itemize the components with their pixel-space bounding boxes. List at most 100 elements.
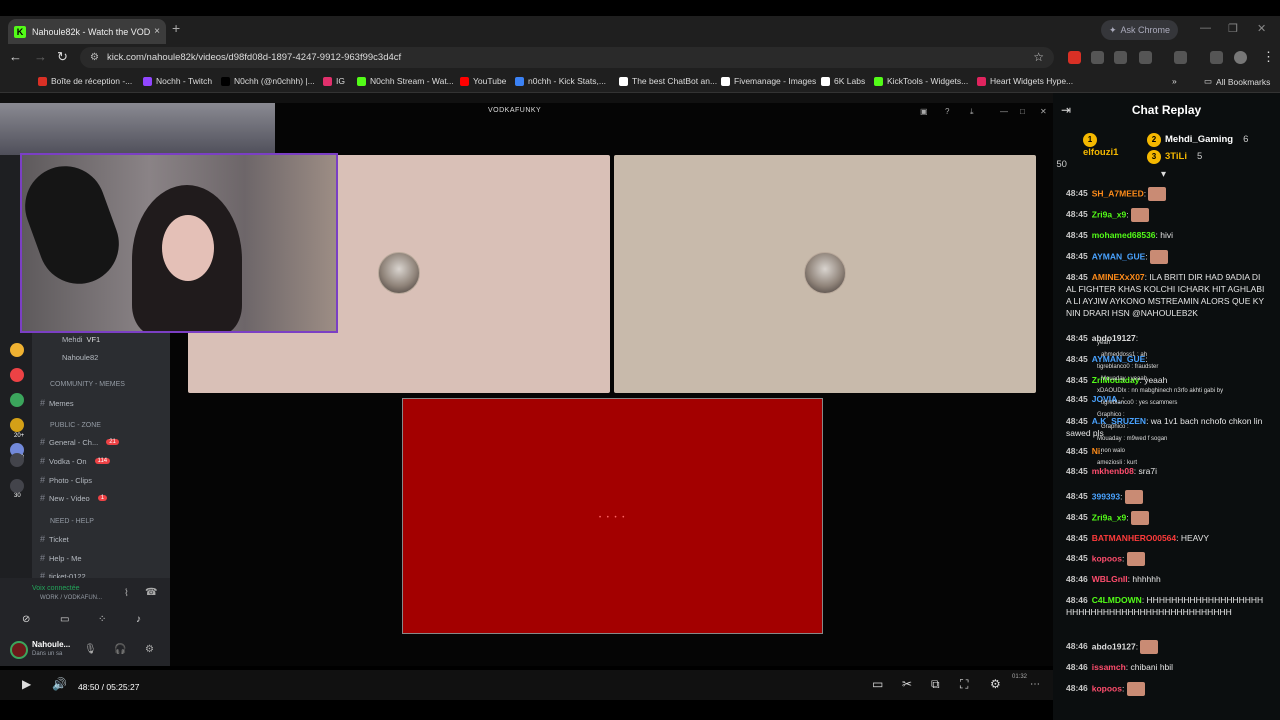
- message-username[interactable]: Ni: [1092, 446, 1101, 456]
- leaderboard-rank-icon: 1: [1083, 133, 1097, 147]
- all-bookmarks-button[interactable]: ▭ All Bookmarks: [1204, 76, 1270, 87]
- overlay-chat-line: Graphico :: [1097, 412, 1125, 418]
- extension-icon-2[interactable]: [1091, 51, 1104, 64]
- bookmark-item[interactable]: Heart Widgets Hype...: [977, 76, 1073, 86]
- bookmark-label: KickTools - Widgets...: [887, 76, 969, 86]
- bookmark-favicon-icon: [357, 76, 366, 86]
- message-text: chibani hbil: [1130, 662, 1174, 672]
- bookmark-item[interactable]: IG: [323, 76, 345, 86]
- bookmark-favicon-icon: [515, 76, 524, 86]
- extension-icon-1[interactable]: [1068, 51, 1081, 64]
- address-bar[interactable]: ⚙ kick.com/nahoule82k/videos/d98fd08d-18…: [80, 47, 1054, 68]
- message-username[interactable]: mohamed68536: [1092, 230, 1156, 240]
- message-username[interactable]: AYMAN_GUE: [1092, 251, 1146, 261]
- chat-message: 48:45 SH_A7MEED:: [1066, 187, 1266, 201]
- theater-mode-icon[interactable]: ▭: [872, 677, 883, 691]
- bookmarks-overflow-icon[interactable]: »: [1172, 76, 1177, 86]
- more-icon[interactable]: ⋯: [1030, 679, 1040, 690]
- message-username[interactable]: BATMANHERO00564: [1092, 533, 1176, 543]
- message-username[interactable]: kopoos: [1092, 683, 1122, 693]
- server-icon-4: [10, 418, 24, 432]
- cast-icon[interactable]: [1174, 51, 1187, 64]
- media-icon[interactable]: [1210, 51, 1223, 64]
- bookmark-item[interactable]: N0chh (@n0chhh) |...: [221, 76, 315, 86]
- new-tab-button[interactable]: +: [172, 20, 180, 36]
- unread-badge: 114: [94, 458, 111, 464]
- back-icon[interactable]: ←: [9, 49, 22, 64]
- top-edge: [0, 0, 1280, 16]
- play-icon[interactable]: ▶: [22, 677, 31, 691]
- bookmark-item[interactable]: N0chh Stream - Wat...: [357, 76, 454, 86]
- call-tile-2: [614, 155, 1036, 393]
- bookmark-favicon-icon: [619, 76, 628, 86]
- message-username[interactable]: issamch: [1092, 662, 1126, 672]
- reload-icon[interactable]: ↻: [57, 49, 68, 65]
- message-username[interactable]: WBLGnII: [1092, 574, 1128, 584]
- bookmark-label: Boîte de réception -...: [51, 76, 133, 86]
- bookmark-item[interactable]: YouTube: [460, 76, 506, 86]
- message-username[interactable]: Zri9a_x9: [1092, 209, 1127, 219]
- leaderboard-entry[interactable]: 2 Mehdi_Gaming 6: [1147, 133, 1248, 147]
- overlay-chat-line: tigreblanco0 : fraudster: [1097, 364, 1159, 370]
- ask-chrome-button[interactable]: ✦ Ask Chrome: [1101, 20, 1179, 40]
- message-username[interactable]: Zri9a_x9: [1092, 512, 1127, 522]
- bookmark-item[interactable]: The best ChatBot an...: [619, 76, 717, 86]
- channel-label: Help - Me: [49, 553, 82, 563]
- bookmark-star-icon[interactable]: ☆: [1033, 50, 1044, 64]
- minimize-icon[interactable]: —: [1200, 22, 1211, 34]
- message-time: 48:45: [1066, 251, 1088, 262]
- bookmark-item[interactable]: 6K Labs: [821, 76, 865, 86]
- video-player[interactable]: VODKAFUNKY ▣ ? ⤓ — □ ✕ • • • • 388 30 20…: [0, 103, 1053, 666]
- bookmark-item[interactable]: KickTools - Widgets...: [874, 76, 968, 86]
- message-text: hhhhhh: [1132, 574, 1161, 584]
- message-username[interactable]: mkhenb08: [1092, 466, 1134, 476]
- bookmark-label: N0chh (@n0chhh) |...: [234, 76, 315, 86]
- extension-icon-3[interactable]: [1114, 51, 1127, 64]
- message-username[interactable]: SH_A7MEED: [1092, 188, 1144, 198]
- profile-avatar-icon[interactable]: [1234, 51, 1247, 64]
- bookmark-item[interactable]: Nochh - Twitch: [143, 76, 212, 86]
- channel-vodka-on: # Vodka - On 114: [40, 456, 111, 466]
- message-username[interactable]: abdo19127: [1092, 641, 1136, 651]
- message-time: 48:46: [1066, 641, 1088, 652]
- leaderboard-entry[interactable]: 3 3TiLi 5: [1147, 150, 1202, 164]
- voice-channel-label: WORK / VODKAFUN...: [40, 595, 103, 601]
- bookmark-item[interactable]: Boîte de réception -...: [38, 76, 132, 86]
- noise-suppression-icon: ⌇: [124, 588, 129, 599]
- message-time: 48:45: [1066, 466, 1088, 476]
- toolbar: ← → ↻ ⚙ kick.com/nahoule82k/videos/d98fd…: [0, 44, 1280, 71]
- close-window-icon[interactable]: ✕: [1257, 22, 1266, 35]
- pip-icon[interactable]: ⧉: [931, 677, 940, 692]
- site-info-icon[interactable]: ⚙: [90, 52, 99, 63]
- chat-message: 48:46 C4LMDOWN: HHHHHHHHHHHHHHHHHHHHHHHHH…: [1066, 594, 1266, 618]
- bookmark-label: Fivemanage - Images: [734, 76, 817, 86]
- message-username[interactable]: C4LMDOWN: [1092, 595, 1142, 605]
- call-tile-loading: • • • •: [402, 398, 823, 634]
- fullscreen-icon[interactable]: ⛶: [960, 677, 968, 692]
- bookmark-item[interactable]: n0chh - Kick Stats,...: [515, 76, 606, 86]
- mic-icon: 🎙: [84, 644, 97, 655]
- volume-icon[interactable]: 🔊: [52, 677, 67, 691]
- tab-close-icon[interactable]: ×: [154, 26, 160, 37]
- message-username[interactable]: AMINEXxX07: [1092, 272, 1145, 282]
- browser-tab-active[interactable]: K Nahoule82k - Watch the VOD o ×: [8, 19, 166, 44]
- message-username[interactable]: 399393: [1092, 491, 1120, 501]
- expand-leaderboard-icon[interactable]: ▾: [1161, 169, 1166, 180]
- menu-kebab-icon[interactable]: ⋮: [1262, 49, 1275, 65]
- camera-off-icon: ⊘: [22, 614, 31, 625]
- popup-pip-icon: ▣: [920, 107, 928, 116]
- clip-icon[interactable]: ✂: [902, 677, 912, 691]
- extensions-puzzle-icon[interactable]: [1139, 51, 1152, 64]
- bookmark-item[interactable]: Fivemanage - Images: [721, 76, 816, 86]
- message-time: 48:45: [1066, 394, 1088, 404]
- bookmark-label: IG: [336, 76, 345, 86]
- leaderboard-entry[interactable]: 1elfouzi1 50: [1056, 133, 1118, 170]
- message-username[interactable]: kopoos: [1092, 553, 1122, 563]
- bookmark-favicon-icon: [38, 76, 47, 86]
- maximize-icon[interactable]: ❐: [1228, 22, 1238, 35]
- forward-icon[interactable]: →: [34, 49, 47, 64]
- settings-icon[interactable]: ⚙: [990, 677, 1001, 691]
- popup-maximize-icon: □: [1020, 107, 1025, 116]
- soundboard-icon: ♪: [136, 614, 141, 625]
- message-time: 48:45: [1066, 188, 1088, 199]
